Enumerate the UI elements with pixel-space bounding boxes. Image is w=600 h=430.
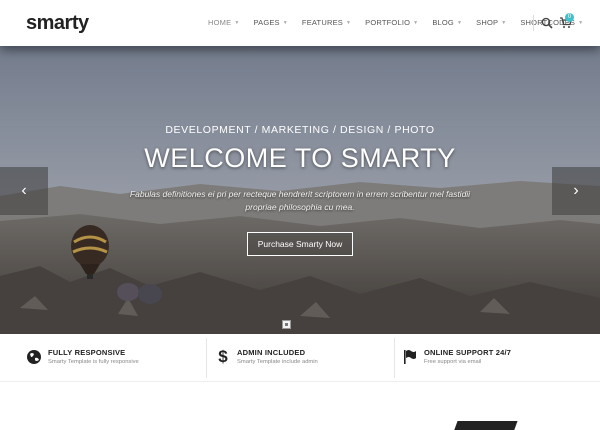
dollar-icon: $ [218, 347, 228, 366]
hero-subtitle: DEVELOPMENT / MARKETING / DESIGN / PHOTO [165, 124, 435, 136]
nav-shop[interactable]: SHOP ▼ [476, 18, 506, 27]
chevron-left-icon: ‹ [21, 182, 27, 199]
slider-pager-dot[interactable] [282, 320, 291, 329]
feature-title: FULLY RESPONSIVE [48, 348, 126, 357]
globe-icon [27, 350, 41, 364]
flag-icon [404, 350, 416, 364]
cart-count-badge: 0 [565, 13, 574, 22]
hero-slider: DEVELOPMENT / MARKETING / DESIGN / PHOTO… [0, 46, 600, 334]
feature-subtitle: Smarty Template include admin [237, 359, 318, 365]
feature-admin: $ ADMIN INCLUDED Smarty Template include… [215, 348, 318, 370]
chevron-down-icon: ▼ [345, 19, 352, 26]
features-strip: FULLY RESPONSIVE Smarty Template is full… [0, 334, 600, 382]
feature-subtitle: Free support via email [424, 359, 482, 365]
slider-next-button[interactable]: › [552, 167, 600, 215]
feature-title: ONLINE SUPPORT 24/7 [424, 348, 512, 357]
nav-home[interactable]: HOME ▼ [208, 18, 239, 27]
nav-label: PAGES [253, 18, 280, 27]
feature-title: ADMIN INCLUDED [237, 348, 306, 357]
hero-title: WELCOME TO SMARTY [144, 143, 456, 173]
chevron-down-icon: ▼ [413, 19, 419, 26]
chevron-down-icon: ▼ [456, 19, 463, 26]
nav-label: PORTFOLIO [365, 18, 411, 27]
nav-label: FEATURES [301, 18, 343, 27]
nav-label: SHOP [476, 18, 499, 27]
search-icon[interactable] [541, 17, 553, 29]
feature-responsive: FULLY RESPONSIVE Smarty Template is full… [26, 348, 139, 370]
logo[interactable]: smarty [26, 12, 89, 35]
purchase-button[interactable]: Purchase Smarty Now [247, 232, 353, 256]
feature-subtitle: Smarty Template is fully responsive [48, 359, 139, 365]
chevron-down-icon: ▼ [234, 19, 240, 26]
chevron-down-icon: ▼ [501, 19, 507, 26]
device-image [452, 421, 518, 430]
chevron-down-icon: ▼ [578, 19, 584, 26]
feature-divider [394, 338, 395, 378]
feature-divider [206, 338, 207, 378]
site-header: smarty HOME ▼ PAGES ▼ FEATURES ▼ PORTFOLIO ▼… [0, 0, 600, 46]
feature-support: ONLINE SUPPORT 24/7 Free support via ema… [402, 348, 511, 370]
nav-blog[interactable]: BLOG ▼ [432, 18, 462, 27]
chevron-down-icon: ▼ [282, 19, 288, 26]
nav-label: BLOG [432, 18, 454, 27]
slider-prev-button[interactable]: ‹ [0, 167, 48, 215]
nav-divider [533, 15, 534, 31]
chevron-right-icon: › [573, 182, 579, 199]
nav-pages[interactable]: PAGES ▼ [253, 18, 287, 27]
main-nav: HOME ▼ PAGES ▼ FEATURES ▼ PORTFOLIO ▼ BLOG ▼ … [208, 18, 597, 27]
nav-features[interactable]: FEATURES ▼ [302, 18, 351, 27]
nav-label: HOME [208, 18, 232, 27]
hero-description: Fabulas definitiones ei pri per recteque… [129, 189, 471, 212]
nav-portfolio[interactable]: PORTFOLIO ▼ [365, 18, 418, 27]
